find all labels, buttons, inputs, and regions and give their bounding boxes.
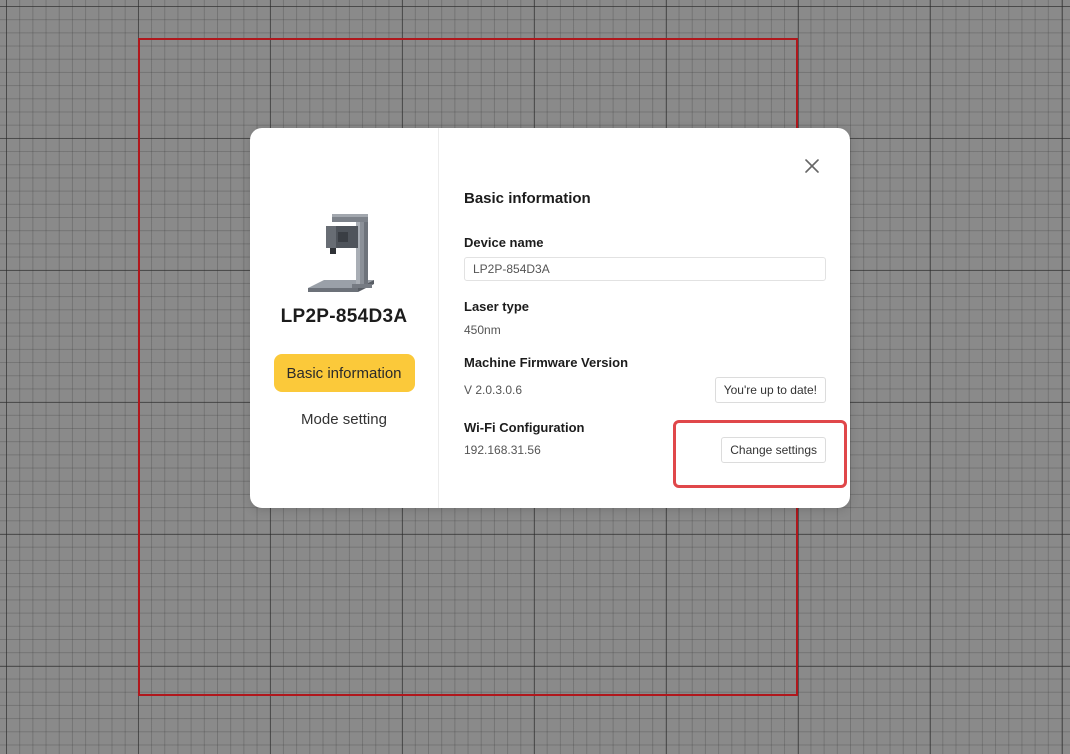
device-name-label: Device name [464, 235, 544, 250]
firmware-status-button[interactable]: You're up to date! [714, 377, 826, 403]
close-icon[interactable] [802, 156, 822, 176]
dialog-sidebar: LP2P-854D3A Basic information Mode setti… [250, 128, 439, 508]
firmware-version-value: V 2.0.3.0.6 [464, 383, 523, 397]
nav-mode-setting[interactable]: Mode setting [274, 400, 415, 438]
laser-engraver-device-image [308, 214, 374, 292]
device-title: LP2P-854D3A [280, 306, 408, 327]
wifi-ip-value: 192.168.31.56 [464, 443, 541, 457]
device-name-input[interactable] [464, 257, 826, 281]
laser-type-label: Laser type [464, 299, 530, 314]
highlight-annotation [673, 420, 847, 488]
nav-basic-information[interactable]: Basic information [273, 354, 415, 392]
firmware-row: V 2.0.3.0.6 You're up to date! [464, 377, 826, 403]
firmware-label: Machine Firmware Version [464, 355, 629, 370]
laser-type-value: 450nm [464, 323, 501, 337]
section-title: Basic information [464, 190, 591, 207]
